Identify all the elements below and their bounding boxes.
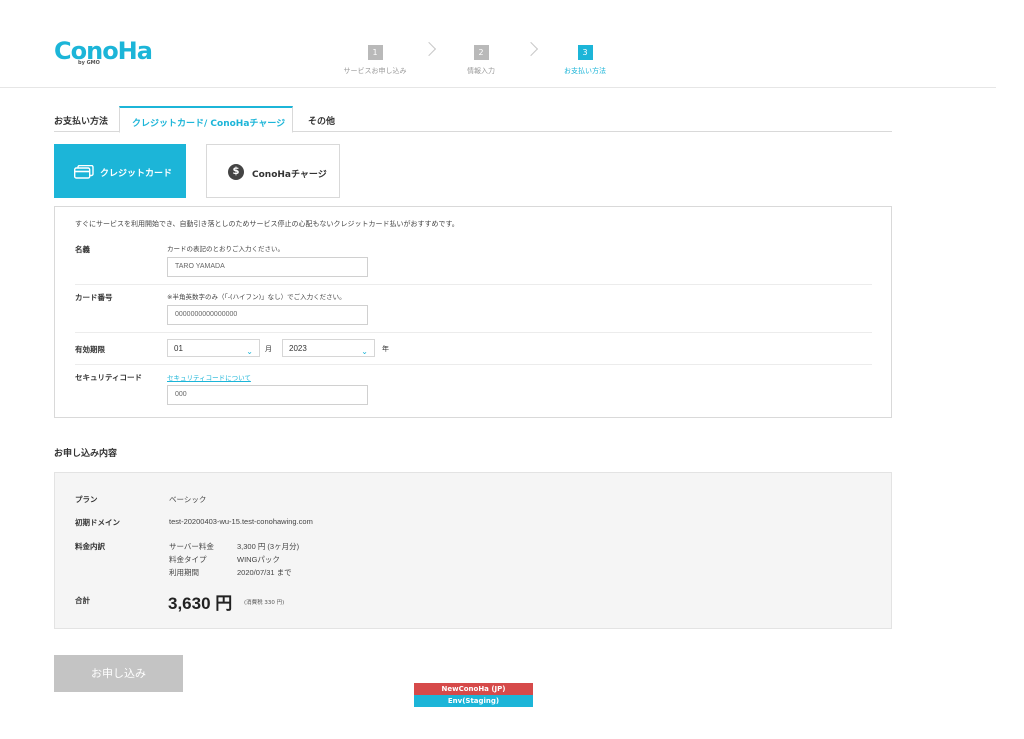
year-unit: 年 <box>382 345 389 353</box>
step-1-label: サービスお申し込み <box>343 67 407 75</box>
logo-text: ConoHa <box>54 37 153 65</box>
step-3-number: 3 <box>577 45 593 60</box>
tab-other[interactable]: その他 <box>296 106 347 133</box>
step-arrow-icon <box>523 41 539 57</box>
step-3: 3 お支払い方法 <box>540 40 630 76</box>
card-number-label: カード番号 <box>75 293 113 302</box>
order-summary-title: お申し込み内容 <box>54 449 118 459</box>
breakdown-key: 料金タイプ <box>169 555 207 564</box>
payment-tabs: お支払い方法 クレジットカード/ ConoHaチャージ その他 <box>54 106 892 133</box>
card-number-input[interactable]: 0000000000000000 <box>167 305 368 325</box>
payment-title: お支払い方法 <box>54 117 109 127</box>
name-hint: カードの表記のとおりご入力ください。 <box>167 245 284 253</box>
header: ConoHa by GMO 1 サービスお申し込み 2 情報入力 3 お支払い方… <box>0 0 996 88</box>
name-input[interactable]: TARO YAMADA <box>167 257 368 277</box>
card-number-hint: ※半角英数字のみ（「-(ハイフン)」なし）でご入力ください。 <box>167 293 346 301</box>
security-code-input[interactable]: 000 <box>167 385 368 405</box>
breakdown-key: サーバー料金 <box>169 542 214 551</box>
chevron-down-icon: ⌄ <box>246 347 253 356</box>
divider <box>75 332 872 333</box>
divider <box>75 364 872 365</box>
conoha-charge-method-button[interactable]: $ ConoHaチャージ <box>206 144 340 198</box>
expiry-year-value: 2023 <box>289 344 307 353</box>
month-unit: 月 <box>265 345 272 353</box>
expiry-month-value: 01 <box>174 344 183 353</box>
expiry-year-select[interactable]: 2023 ⌄ <box>282 339 375 357</box>
order-summary: プラン ベーシック 初期ドメイン test-20200403-wu-15.tes… <box>54 472 892 629</box>
expiry-label: 有効期限 <box>75 345 105 354</box>
divider <box>75 284 872 285</box>
plan-label: プラン <box>75 495 98 504</box>
name-label: 名義 <box>75 245 90 254</box>
credit-card-icon <box>73 164 94 183</box>
env-line-2: Env(Staging) <box>414 695 533 707</box>
total-tax: (消費税 330 円) <box>244 600 285 606</box>
total-label: 合計 <box>75 596 90 605</box>
env-line-1: NewConoHa (JP) <box>414 683 533 695</box>
total-amount: 3,630 円 <box>168 594 233 613</box>
step-1: 1 サービスお申し込み <box>330 40 420 76</box>
security-code-label: セキュリティコード <box>75 373 143 382</box>
dollar-coin-icon: $ <box>228 164 244 180</box>
environment-badge: NewConoHa (JP) Env(Staging) <box>414 683 533 707</box>
domain-value: test-20200403-wu-15.test-conohawing.com <box>169 517 313 526</box>
breakdown-value: 3,300 円 (3ヶ月分) <box>237 542 300 551</box>
step-2: 2 情報入力 <box>436 40 526 76</box>
credit-card-form: すぐにサービスを利用開始でき、自動引き落としのためサービス停止の心配もないクレジ… <box>54 206 892 418</box>
tab-credit-charge[interactable]: クレジットカード/ ConoHaチャージ <box>119 106 293 133</box>
submit-application-button[interactable]: お申し込み <box>54 655 183 692</box>
breakdown-value: 2020/07/31 まで <box>237 568 292 577</box>
step-3-label: お支払い方法 <box>564 67 606 75</box>
domain-label: 初期ドメイン <box>75 518 120 527</box>
expiry-month-select[interactable]: 01 ⌄ <box>167 339 260 357</box>
step-arrow-icon <box>421 41 437 57</box>
credit-card-method-button[interactable]: クレジットカード <box>54 144 186 198</box>
progress-steps: 1 サービスお申し込み 2 情報入力 3 お支払い方法 <box>330 40 630 80</box>
security-code-help-link[interactable]: セキュリティコードについて <box>167 372 251 382</box>
step-2-number: 2 <box>473 45 489 60</box>
breakdown-label: 料金内訳 <box>75 542 105 551</box>
conoha-charge-method-label: ConoHaチャージ <box>252 170 327 180</box>
conoha-logo[interactable]: ConoHa by GMO <box>54 38 153 70</box>
step-2-label: 情報入力 <box>467 67 495 75</box>
breakdown-key: 利用期間 <box>169 568 199 577</box>
plan-value: ベーシック <box>169 495 207 504</box>
logo-sub: by GMO <box>78 60 100 66</box>
form-intro-text: すぐにサービスを利用開始でき、自動引き落としのためサービス停止の心配もないクレジ… <box>75 220 459 228</box>
credit-card-method-label: クレジットカード <box>100 169 173 179</box>
chevron-down-icon: ⌄ <box>361 347 368 356</box>
breakdown-value: WINGパック <box>237 555 280 564</box>
step-1-number: 1 <box>367 45 383 60</box>
